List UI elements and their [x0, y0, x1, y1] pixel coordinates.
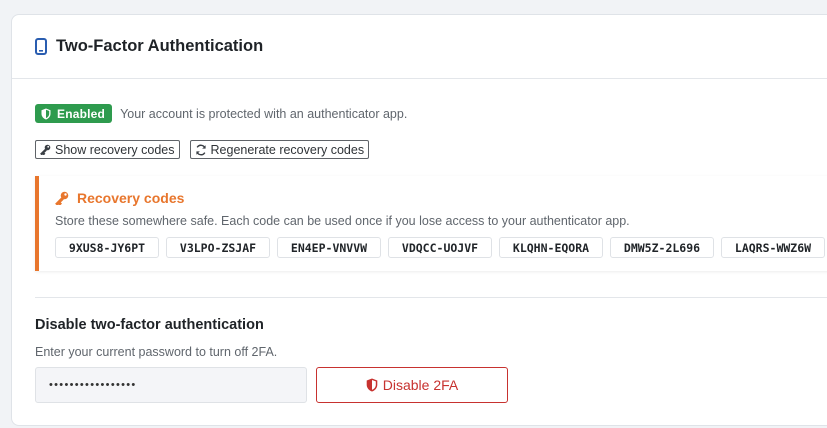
disable-2fa-title: Disable two-factor authentication [35, 317, 264, 333]
status-badge-label: Enabled [57, 106, 106, 121]
refresh-icon [195, 144, 207, 156]
recovery-code-list: 9XUS8-JY6PT V3LPO-ZSJAF EN4EP-VNVVW VDQC… [55, 237, 827, 258]
recovery-code: LAQRS-WWZ6W [721, 237, 825, 258]
regenerate-recovery-codes-label: Regenerate recovery codes [210, 142, 365, 157]
page-title: Two-Factor Authentication [56, 37, 264, 55]
recovery-code: EN4EP-VNVVW [277, 237, 381, 258]
disable-2fa-label: Disable 2FA [382, 377, 459, 393]
password-value: ••••••••••••••••• [49, 379, 137, 391]
shield-icon [366, 378, 378, 392]
key-icon [55, 191, 69, 205]
recovery-code: DMW5Z-2L696 [610, 237, 714, 258]
card-header: Two-Factor Authentication [12, 15, 827, 79]
recovery-code: 9XUS8-JY6PT [55, 237, 159, 258]
status-text: Your account is protected with an authen… [120, 106, 408, 121]
regenerate-recovery-codes-button[interactable]: Regenerate recovery codes [189, 140, 370, 159]
show-recovery-codes-label: Show recovery codes [55, 142, 175, 157]
recovery-code: KLQHN-EQORA [499, 237, 603, 258]
mobile-phone-icon [35, 38, 47, 55]
recovery-code: V3LPO-ZSJAF [166, 237, 270, 258]
disable-2fa-button[interactable]: Disable 2FA [316, 367, 508, 403]
status-row: Enabled Your account is protected with a… [35, 104, 407, 123]
recovery-actions: Show recovery codes Regenerate recovery … [35, 140, 379, 159]
section-divider [35, 297, 827, 298]
shield-icon [41, 108, 51, 120]
recovery-codes-panel: Recovery codes Store these somewhere saf… [35, 176, 827, 271]
recovery-codes-description: Store these somewhere safe. Each code ca… [55, 214, 630, 228]
show-recovery-codes-button[interactable]: Show recovery codes [35, 140, 180, 159]
status-badge: Enabled [35, 104, 113, 123]
disable-2fa-description: Enter your current password to turn off … [35, 345, 278, 359]
key-icon [40, 144, 51, 155]
recovery-code: VDQCC-UOJVF [388, 237, 492, 258]
recovery-codes-title-label: Recovery codes [77, 190, 185, 206]
two-factor-card: Two-Factor Authentication Enabled Your a… [11, 14, 827, 426]
recovery-codes-title: Recovery codes [55, 190, 184, 206]
current-password-field[interactable]: ••••••••••••••••• [35, 367, 307, 403]
